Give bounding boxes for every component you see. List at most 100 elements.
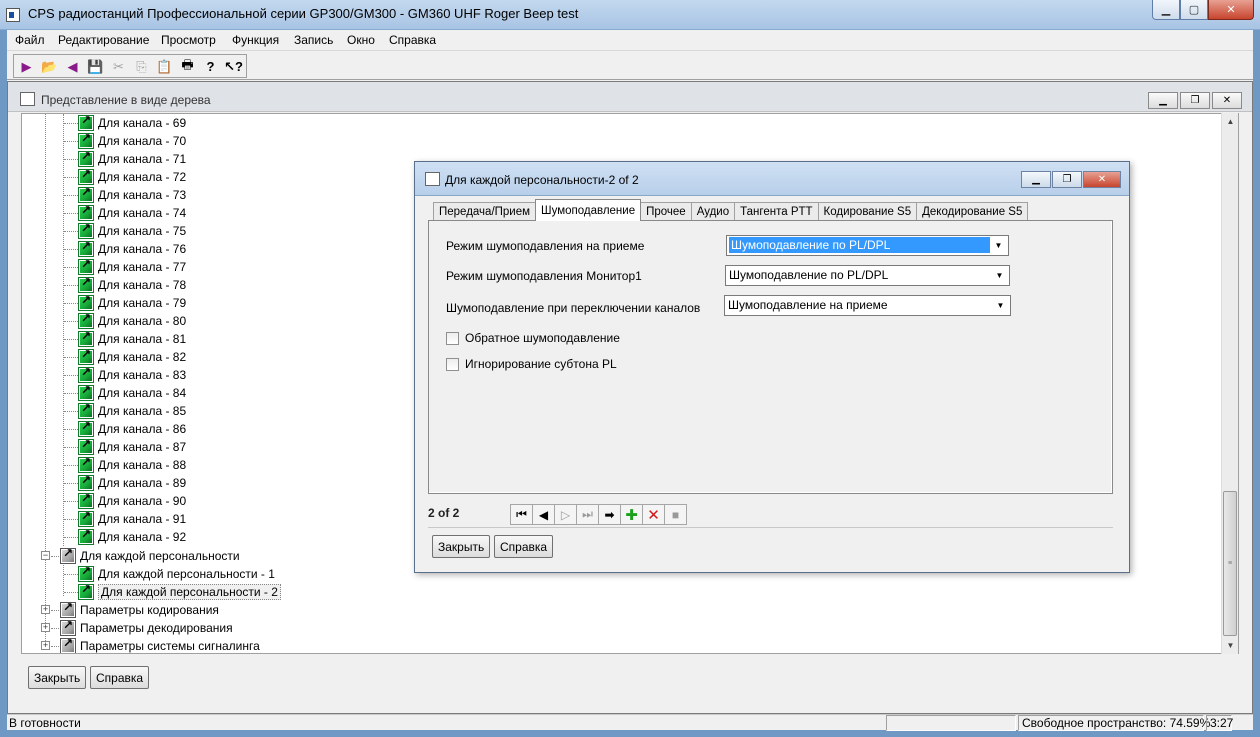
tree-node-channel[interactable]: Для канала - 81: [78, 329, 186, 348]
rx-squelch-mode-select[interactable]: Шумоподавление по PL/DPL ▼: [726, 235, 1009, 256]
reverse-squelch-checkbox[interactable]: Обратное шумоподавление: [446, 331, 620, 345]
tree-restore-button[interactable]: ❐: [1180, 92, 1210, 109]
expand-toggle[interactable]: +: [41, 623, 50, 632]
dropdown-arrow-icon[interactable]: ▼: [990, 237, 1007, 254]
tree-node-channel[interactable]: Для канала - 92: [78, 527, 186, 546]
maximize-button[interactable]: ▢: [1180, 0, 1208, 20]
tree-node-channel[interactable]: Для канала - 76: [78, 239, 186, 258]
tree-node-channel[interactable]: Для канала - 70: [78, 131, 186, 150]
tab-tx-rx[interactable]: Передача/Прием: [433, 202, 537, 221]
tree-close-btn[interactable]: Закрыть: [28, 666, 87, 689]
next-record-icon[interactable]: ▷: [554, 504, 577, 525]
tree-node-decoding-params[interactable]: Параметры декодирования: [60, 618, 233, 637]
channel-switch-squelch-select[interactable]: Шумоподавление на приеме ▼: [724, 295, 1011, 316]
tree-node-channel[interactable]: Для канала - 77: [78, 257, 186, 276]
tab-ptt[interactable]: Тангента PTT: [734, 202, 819, 221]
print-icon[interactable]: 🖶: [176, 56, 199, 77]
tree-node-channel[interactable]: Для канала - 75: [78, 221, 186, 240]
clear-record-icon[interactable]: ■: [664, 504, 687, 525]
scroll-up-arrow-icon[interactable]: ▲: [1222, 113, 1239, 130]
tree-close-button[interactable]: ✕: [1212, 92, 1242, 109]
dropdown-arrow-icon[interactable]: ▼: [992, 297, 1009, 314]
tree-node-channel[interactable]: Для канала - 82: [78, 347, 186, 366]
add-record-icon[interactable]: ✚: [620, 504, 643, 525]
tree-node-channel[interactable]: Для канала - 78: [78, 275, 186, 294]
tree-node-channel[interactable]: Для канала - 86: [78, 419, 186, 438]
ignore-pl-subtone-checkbox[interactable]: Игнорирование субтона PL: [446, 357, 617, 371]
tree-node-channel[interactable]: Для канала - 80: [78, 311, 187, 330]
tree-node-channel[interactable]: Для канала - 85: [78, 401, 186, 420]
tree-node-channel[interactable]: Для канала - 91: [78, 509, 186, 528]
context-help-icon[interactable]: ↖?: [222, 56, 245, 77]
tree-minimize-button[interactable]: ▁: [1148, 92, 1178, 109]
tree-node-personality-1[interactable]: Для каждой персональности - 1: [78, 564, 275, 583]
tree-node-personality-group[interactable]: Для каждой персональности: [60, 546, 240, 565]
tree-node-label: Для канала - 73: [98, 188, 187, 202]
menu-edit[interactable]: Редактирование: [58, 33, 149, 47]
expand-toggle[interactable]: +: [41, 605, 50, 614]
delete-record-icon[interactable]: ✕: [642, 504, 665, 525]
tab-encode-s5[interactable]: Кодирование S5: [817, 202, 918, 221]
dropdown-arrow-icon[interactable]: ▼: [991, 267, 1008, 284]
channel-icon: [78, 419, 94, 437]
tree-node-channel[interactable]: Для канала - 83: [78, 365, 186, 384]
tree-node-channel[interactable]: Для канала - 73: [78, 185, 187, 204]
dialog-close-btn[interactable]: Закрыть: [432, 535, 491, 558]
tab-audio[interactable]: Аудио: [690, 202, 736, 221]
tree-node-channel[interactable]: Для канала - 69: [78, 114, 186, 132]
tree-node-channel[interactable]: Для канала - 90: [78, 491, 186, 510]
close-button[interactable]: ✕: [1208, 0, 1254, 20]
help-icon[interactable]: ?: [199, 56, 222, 77]
menu-file[interactable]: Файл: [15, 33, 45, 47]
collapse-toggle[interactable]: −: [41, 551, 50, 560]
menu-function[interactable]: Функция: [232, 33, 279, 47]
menu-window[interactable]: Окно: [347, 33, 375, 47]
tree-node-personality-2[interactable]: Для каждой персональности - 2: [78, 582, 281, 601]
minimize-button[interactable]: ▁: [1152, 0, 1180, 20]
dialog-close-button[interactable]: ✕: [1083, 171, 1121, 188]
tree-node-channel[interactable]: Для канала - 89: [78, 473, 186, 492]
tree-node-channel[interactable]: Для канала - 72: [78, 167, 186, 186]
goto-record-icon[interactable]: ➡: [598, 504, 621, 525]
tree-vertical-scrollbar[interactable]: ▲ ≡ ▼: [1221, 113, 1238, 654]
tree-node-encoding-params[interactable]: Параметры кодирования: [60, 600, 219, 619]
last-record-icon[interactable]: ⏭: [576, 504, 599, 525]
tree-node-channel[interactable]: Для канала - 84: [78, 383, 186, 402]
status-bar: В готовности Свободное пространство: 74.…: [7, 714, 1253, 731]
save-icon[interactable]: 💾: [84, 56, 107, 77]
tree-node-signaling-params[interactable]: Параметры системы сигналинга: [60, 636, 260, 653]
dialog-minimize-button[interactable]: ▁: [1021, 171, 1051, 188]
checkbox-box[interactable]: [446, 331, 459, 345]
tab-other[interactable]: Прочее: [640, 202, 692, 221]
channel-icon: [78, 185, 94, 203]
expand-toggle[interactable]: +: [41, 641, 50, 650]
cut-icon[interactable]: ✂: [107, 56, 130, 77]
tree-node-label: Для канала - 80: [98, 314, 187, 328]
first-record-icon[interactable]: ⏮: [510, 504, 533, 525]
read-radio-icon[interactable]: ▶: [15, 56, 38, 77]
paste-icon[interactable]: 📋: [153, 56, 176, 77]
menu-help[interactable]: Справка: [389, 33, 436, 47]
prev-record-icon[interactable]: ◀: [532, 504, 555, 525]
tree-help-btn[interactable]: Справка: [90, 666, 150, 689]
menu-record[interactable]: Запись: [294, 33, 333, 47]
dialog-restore-button[interactable]: ❐: [1052, 171, 1082, 188]
window-title: CPS радиостанций Профессиональной серии …: [28, 6, 579, 21]
write-radio-icon[interactable]: ◀: [61, 56, 84, 77]
monitor-squelch-mode-select[interactable]: Шумоподавление по PL/DPL ▼: [725, 265, 1010, 286]
open-folder-icon[interactable]: 📂: [38, 56, 61, 77]
tree-node-channel[interactable]: Для канала - 88: [78, 455, 186, 474]
tree-node-channel[interactable]: Для канала - 79: [78, 293, 186, 312]
folder-arrow-icon: [60, 636, 76, 653]
tree-node-channel[interactable]: Для канала - 74: [78, 203, 186, 222]
scroll-down-arrow-icon[interactable]: ▼: [1222, 637, 1239, 654]
tree-node-channel[interactable]: Для канала - 71: [78, 149, 186, 168]
tab-decode-s5[interactable]: Декодирование S5: [916, 202, 1029, 221]
copy-icon[interactable]: ⎘: [130, 56, 153, 77]
menu-view[interactable]: Просмотр: [161, 33, 216, 47]
dialog-help-btn[interactable]: Справка: [494, 535, 554, 558]
tree-node-channel[interactable]: Для канала - 87: [78, 437, 186, 456]
checkbox-box[interactable]: [446, 357, 459, 371]
scroll-thumb[interactable]: ≡: [1223, 491, 1237, 636]
tab-squelch[interactable]: Шумоподавление: [535, 199, 642, 221]
